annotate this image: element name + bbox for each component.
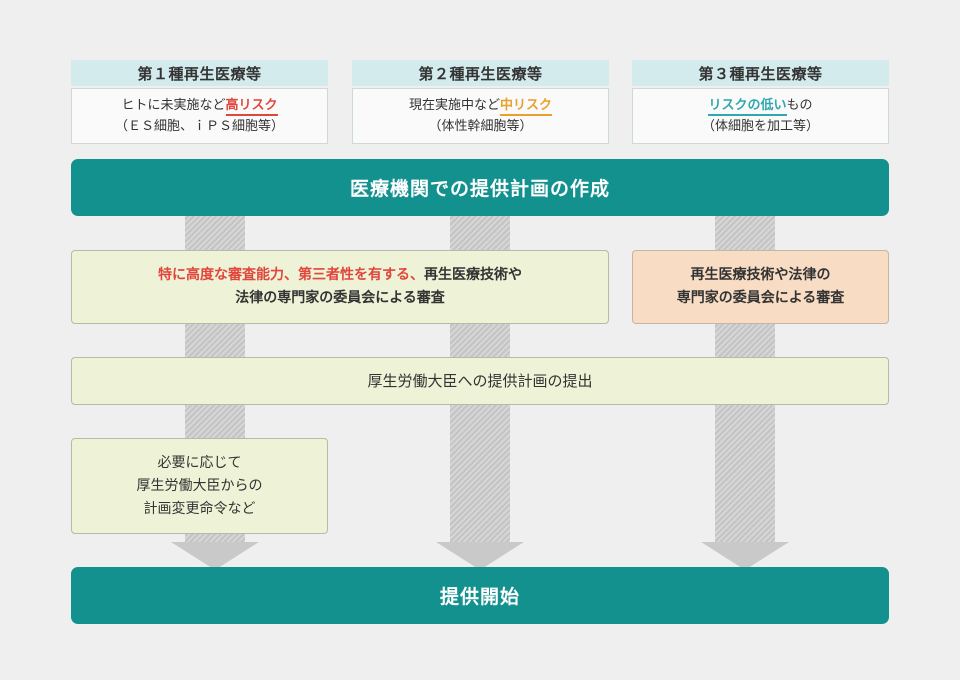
risk-highlight: リスクの低い	[708, 98, 787, 116]
risk-line: リスクの低いもの	[708, 95, 813, 116]
review-line-2: 法律の専門家の委員会による審査	[235, 290, 445, 306]
category-1: 第１種再生医療等 ヒトに未実施など高リスク （ＥＳ細胞、ｉＰＳ細胞等）	[71, 60, 328, 144]
submission-bar: 厚生労働大臣への提供計画の提出	[71, 357, 889, 405]
order-line-3: 計画変更命令など	[143, 500, 256, 517]
order-line-1: 必要に応じて	[157, 454, 242, 471]
specific-committee-review-box: 特に高度な審査能力、第三者性を有する、再生医療技術や 法律の専門家の委員会による…	[71, 250, 609, 324]
category-title: 第２種再生医療等	[352, 60, 609, 86]
risk-prefix: ヒトに未実施など	[121, 98, 226, 113]
category-description: リスクの低いもの （体細胞を加工等）	[632, 88, 889, 144]
plan-creation-bar: 医療機関での提供計画の作成	[71, 159, 889, 216]
arrow-head	[171, 542, 259, 570]
review-line-1: 再生医療技術や法律の	[690, 267, 831, 283]
risk-prefix: 現在実施中など	[408, 98, 500, 113]
category-3: 第３種再生医療等 リスクの低いもの （体細胞を加工等）	[632, 60, 889, 144]
review-line-1: 特に高度な審査能力、第三者性を有する、再生医療技術や	[158, 264, 522, 287]
submission-text: 厚生労働大臣への提供計画の提出	[367, 371, 593, 390]
change-order-box: 必要に応じて 厚生労働大臣からの 計画変更命令など	[71, 438, 328, 534]
committee-review-box: 再生医療技術や法律の 専門家の委員会による審査	[632, 250, 889, 324]
provision-start-bar: 提供開始	[71, 567, 889, 624]
risk-line: ヒトに未実施など高リスク	[121, 95, 278, 116]
review-rest: 再生医療技術や	[424, 267, 522, 283]
review-highlight: 特に高度な審査能力、第三者性を有する、	[158, 267, 424, 283]
risk-line: 現在実施中など中リスク	[408, 95, 553, 116]
category-2: 第２種再生医療等 現在実施中など中リスク （体性幹細胞等）	[352, 60, 609, 144]
examples-line: （体細胞を加工等）	[701, 119, 819, 134]
examples-line: （体性幹細胞等）	[428, 119, 533, 134]
arrow-head	[701, 542, 789, 570]
review-line-2: 専門家の委員会による審査	[676, 290, 845, 306]
category-title: 第３種再生医療等	[632, 60, 889, 86]
arrow-head	[436, 542, 524, 570]
risk-highlight: 中リスク	[500, 98, 553, 116]
category-description: 現在実施中など中リスク （体性幹細胞等）	[352, 88, 609, 144]
risk-highlight: 高リスク	[225, 98, 278, 116]
category-description: ヒトに未実施など高リスク （ＥＳ細胞、ｉＰＳ細胞等）	[71, 88, 328, 144]
order-line-2: 厚生労働大臣からの	[136, 477, 263, 494]
examples-line: （ＥＳ細胞、ｉＰＳ細胞等）	[114, 119, 284, 134]
risk-suffix: もの	[786, 98, 813, 113]
category-title: 第１種再生医療等	[71, 60, 328, 86]
